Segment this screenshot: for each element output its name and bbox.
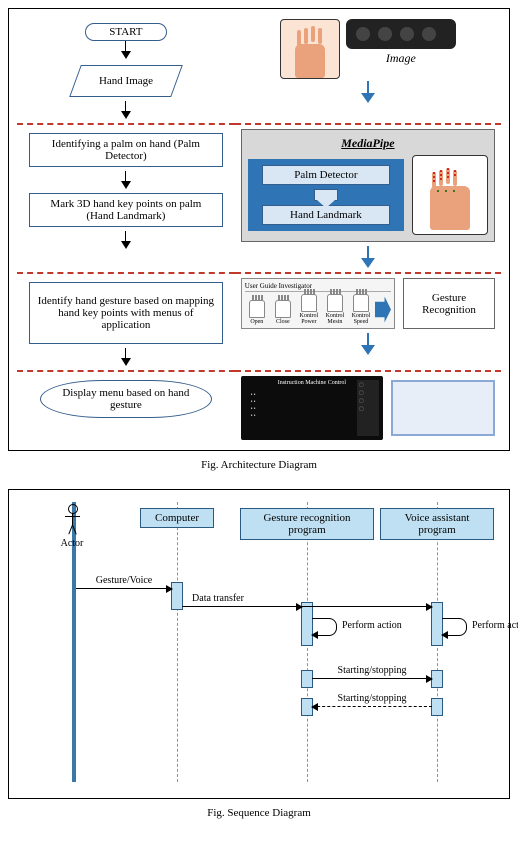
- step2-box: Mark 3D hand key points on palm (Hand La…: [29, 193, 223, 227]
- start-node: START: [85, 23, 167, 41]
- activation-voice-3: [431, 698, 443, 716]
- app-screenshot: Instruction Machine Control • •• •• •• •…: [241, 376, 383, 440]
- sequence-diagram: Actor Computer Gesture recognition progr…: [8, 489, 510, 799]
- palm-detector-box: Palm Detector: [262, 165, 390, 185]
- msg-label-1: Gesture/Voice: [96, 575, 152, 586]
- hand-photo: [280, 19, 340, 79]
- msg-label-3: Perform action: [342, 620, 402, 631]
- input-label: Hand Image: [99, 75, 153, 87]
- arch-left-step4: Display menu based on hand gesture: [17, 370, 235, 444]
- blank-panel: [391, 380, 495, 436]
- guide-item-2: Kontrol Power: [300, 313, 319, 325]
- gesture-recognition-box: Gesture Recognition: [403, 278, 495, 329]
- architecture-diagram: START Hand Image Image: [8, 8, 510, 451]
- arch-right-display: Instruction Machine Control • •• •• •• •…: [235, 370, 501, 444]
- arch-right-kinect: Image: [235, 15, 501, 123]
- voice-head: Voice assistant program: [380, 508, 494, 540]
- computer-head: Computer: [140, 508, 214, 528]
- step3-box: Identify hand gesture based on mapping h…: [29, 282, 223, 344]
- hand-landmark-box: Hand Landmark: [262, 205, 390, 225]
- mediapipe-arrow-icon: [314, 189, 338, 201]
- msg-label-2: Data transfer: [192, 593, 244, 604]
- mediapipe-title: MediaPipe: [248, 136, 488, 151]
- self-perform-voice: Perform action: [442, 618, 467, 636]
- msg-label-5: Starting/stopping: [338, 665, 407, 676]
- guide-item-4: Kontrol Speed: [352, 313, 371, 325]
- guide-item-0: Open: [250, 319, 263, 325]
- guide-arrow-icon: [375, 297, 391, 323]
- msg-label-4: Perform action: [472, 620, 518, 631]
- msg-gesture-voice: Gesture/Voice: [76, 588, 172, 589]
- kinect-icon: [346, 19, 456, 49]
- guide-item-3: Kontrol Mesin: [326, 313, 345, 325]
- msg-start-stop-fwd: Starting/stopping: [312, 678, 432, 679]
- architecture-caption: Fig. Architecture Diagram: [8, 459, 510, 471]
- arch-left-start: START Hand Image: [17, 15, 235, 123]
- lifeline-computer: [177, 502, 178, 782]
- sequence-caption: Fig. Sequence Diagram: [8, 807, 510, 819]
- arch-right-gesture: User Guide Investigator Open Close Kontr…: [235, 272, 501, 370]
- gesture-head: Gesture recognition program: [240, 508, 374, 540]
- input-node: Hand Image: [69, 65, 183, 97]
- arch-left-step1: Identifying a palm on hand (Palm Detecto…: [17, 123, 235, 272]
- step1-box: Identifying a palm on hand (Palm Detecto…: [29, 133, 223, 167]
- msg-start-stop-ret: Starting/stopping: [312, 706, 432, 707]
- msg-label-6: Starting/stopping: [338, 693, 407, 704]
- arch-right-mediapipe: MediaPipe Palm Detector Hand Landmark: [235, 123, 501, 272]
- hand-landmark-photo: [412, 155, 488, 235]
- msg-data-transfer-v: [182, 606, 432, 607]
- activation-gesture-2: [301, 670, 313, 688]
- step4-box: Display menu based on hand gesture: [40, 380, 212, 418]
- actor-label: Actor: [60, 538, 84, 549]
- self-perform-gesture: Perform action: [312, 618, 337, 636]
- actor-icon: Actor: [60, 504, 84, 549]
- image-label: Image: [386, 51, 416, 66]
- user-guide-box: User Guide Investigator Open Close Kontr…: [241, 278, 395, 329]
- guide-item-1: Close: [276, 319, 290, 325]
- user-guide-title: User Guide Investigator: [245, 282, 391, 292]
- arch-left-step3: Identify hand gesture based on mapping h…: [17, 272, 235, 370]
